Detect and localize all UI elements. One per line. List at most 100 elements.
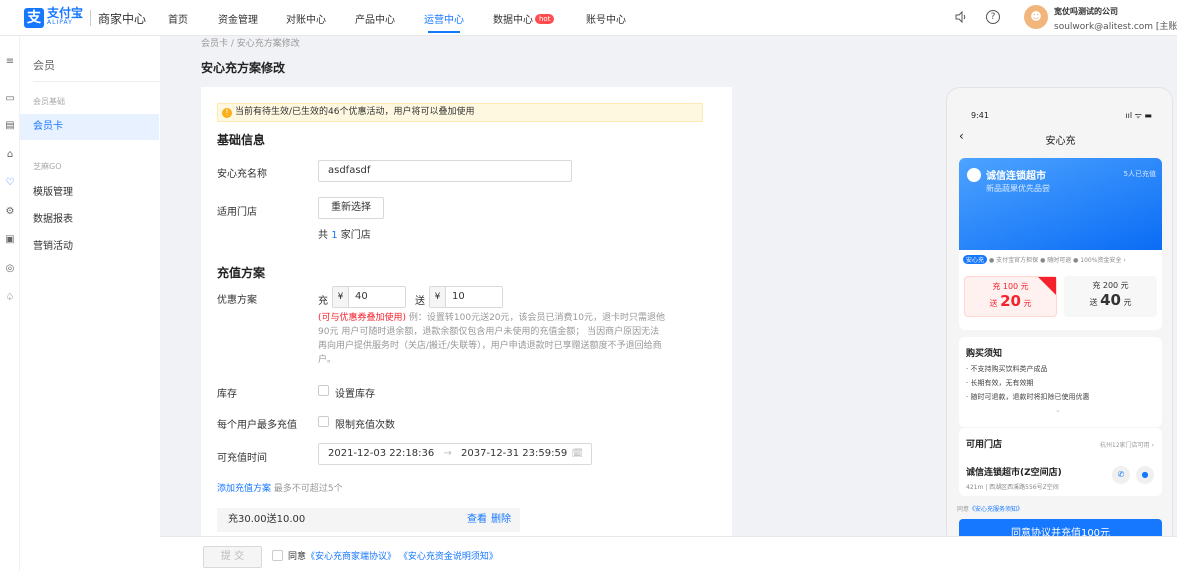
time-range-picker[interactable]: 2021-12-03 22:18:36 → 2037-12-31 23:59:5… bbox=[318, 443, 592, 465]
bell-icon[interactable]: ♤ bbox=[4, 292, 16, 304]
sidebar-item-reports[interactable]: 数据报表 bbox=[20, 207, 159, 233]
recharge-options: 安心充 ● 支付宝官方担保 ● 随时可退 ● 100%资金安全 › 充 100 元… bbox=[959, 250, 1162, 330]
user-email[interactable]: soulwork@alitest.com [主账号] bbox=[1054, 19, 1177, 32]
plan-list-item: 充30.00送10.00 查看 删除 bbox=[217, 508, 520, 532]
sidebar-title: 会员 bbox=[33, 59, 55, 72]
selected-corner-icon bbox=[1038, 277, 1056, 295]
merchant-agreement-link[interactable]: 《安心充商家端协议》 bbox=[306, 552, 396, 562]
purchase-notes-title: 购买须知 bbox=[966, 349, 1003, 359]
add-plan-link[interactable]: 添加充值方案 bbox=[217, 484, 271, 494]
sidebar-item-marketing[interactable]: 营销活动 bbox=[20, 234, 159, 260]
shop-icon[interactable]: ⌂ bbox=[4, 149, 16, 161]
purchase-note-item: · 长期有效，无有效期 bbox=[966, 379, 1034, 387]
breadcrumb[interactable]: 会员卡 / 安心充方案修改 bbox=[201, 36, 300, 49]
time-end[interactable]: 2037-12-31 23:59:59 bbox=[461, 448, 567, 459]
nav-item-data[interactable]: 数据中心 hot bbox=[493, 11, 555, 26]
store-name: 诚信连锁超市(Z空间店) bbox=[966, 468, 1062, 478]
option1-gift-prefix: 送 bbox=[989, 299, 998, 308]
stores-title: 可用门店 bbox=[966, 440, 1003, 450]
avatar[interactable]: ☻ bbox=[1024, 5, 1048, 29]
reselect-store-button[interactable]: 重新选择 bbox=[318, 197, 384, 219]
available-stores: 可用门店 杭州12家门店可用 › 诚信连锁超市(Z空间店) 421m | 西湖区… bbox=[959, 428, 1162, 496]
plan-delete-link[interactable]: 删除 bbox=[491, 508, 511, 532]
product-name: 商家中心 bbox=[98, 11, 147, 26]
phone-call-icon[interactable]: ✆ bbox=[1112, 466, 1130, 484]
expand-chevron-icon[interactable]: ⌄ bbox=[1055, 406, 1061, 414]
nav-item-operations[interactable]: 运营中心 bbox=[424, 11, 464, 26]
nav-item-data-label: 数据中心 bbox=[493, 15, 533, 26]
option2-charge: 充 200 元 bbox=[1092, 281, 1129, 290]
footer-bar: 提 交 同意《安心充商家端协议》 《安心充资金说明须知》 bbox=[160, 536, 1177, 571]
nav-item-funds[interactable]: 资金管理 bbox=[218, 11, 258, 26]
charge-word: 充 bbox=[318, 296, 328, 307]
icon-rail: ≡ ▭ ▤ ⌂ ♡ ⚙ ▣ ◎ ♤ bbox=[0, 36, 20, 571]
alipay-logo-icon: 支 bbox=[24, 8, 44, 28]
shop-recharge-count: 5人已充值 bbox=[1123, 170, 1156, 178]
phone-agreement: 同意《安心充服务须知》 bbox=[957, 504, 1023, 513]
nav-item-account[interactable]: 账号中心 bbox=[586, 11, 626, 26]
gift-amount-input[interactable]: ¥10 bbox=[429, 286, 503, 308]
sidebar-group-member-basic: 会员基础 bbox=[33, 97, 65, 106]
fund-notice-link[interactable]: 《安心充资金说明须知》 bbox=[399, 552, 498, 562]
plan-label: 优惠方案 bbox=[217, 295, 257, 306]
purchase-notes: 购买须知 · 不支持购买饮料类产成品 · 长期有效，无有效期 · 随时可退款，退… bbox=[959, 337, 1162, 427]
alipay-logo[interactable]: 支 支付宝 ALIPAY 商家中心 bbox=[24, 7, 147, 28]
top-navigation: 支 支付宝 ALIPAY 商家中心 首页 资金管理 对账中心 产品中心 运营中心… bbox=[0, 0, 1177, 36]
charge-amount-value: 40 bbox=[355, 291, 368, 302]
store-label: 适用门店 bbox=[217, 207, 257, 218]
gift-currency-prefix: ¥ bbox=[430, 287, 446, 307]
option1-gift-amount: 20 bbox=[1000, 292, 1021, 310]
nav-item-reconciliation[interactable]: 对账中心 bbox=[286, 11, 326, 26]
time-start[interactable]: 2021-12-03 22:18:36 bbox=[328, 448, 434, 459]
stores-link[interactable]: 杭州12家门店可用 › bbox=[1100, 440, 1154, 449]
speaker-icon[interactable] bbox=[954, 10, 968, 24]
menu-icon[interactable]: ≡ bbox=[4, 56, 16, 68]
sidebar-item-templates[interactable]: 模版管理 bbox=[20, 180, 159, 206]
charge-currency-prefix: ¥ bbox=[333, 287, 349, 307]
option2-gift-amount: 40 bbox=[1100, 291, 1121, 309]
sidebar-group-zhima-go: 芝麻GO bbox=[33, 162, 62, 171]
name-input[interactable]: asdfasdf bbox=[318, 160, 572, 182]
location-pin-icon[interactable]: ● bbox=[1136, 466, 1154, 484]
stock-checkbox[interactable] bbox=[318, 385, 329, 396]
form-card: ! 当前有待生效/已生效的46个优惠活动，用户将可以叠加使用 基础信息 安心充名称… bbox=[201, 87, 732, 536]
help-icon[interactable]: ? bbox=[986, 10, 1000, 24]
limit-checkbox-label[interactable]: 限制充值次数 bbox=[335, 416, 395, 431]
option2-gift-suffix: 元 bbox=[1123, 298, 1132, 307]
phone-agree-link[interactable]: 《安心充服务须知》 bbox=[969, 506, 1023, 513]
guarantee-tag: 安心充 bbox=[963, 255, 988, 264]
stock-label: 库存 bbox=[217, 389, 237, 400]
nav-item-products[interactable]: 产品中心 bbox=[355, 11, 395, 26]
time-arrow-icon: → bbox=[443, 448, 452, 459]
charge-amount-input[interactable]: ¥40 bbox=[332, 286, 406, 308]
sidebar: 会员 会员基础 会员卡 芝麻GO 模版管理 数据报表 营销活动 bbox=[20, 36, 160, 571]
monitor-icon[interactable]: ▭ bbox=[4, 93, 16, 105]
phone-page-title: 安心充 bbox=[1045, 136, 1076, 147]
nav-item-home[interactable]: 首页 bbox=[168, 11, 188, 26]
card-icon[interactable]: ▣ bbox=[4, 234, 16, 246]
document-icon[interactable]: ▤ bbox=[4, 120, 16, 132]
recharge-option-selected[interactable]: 充 100 元 送 20 元 bbox=[964, 276, 1057, 317]
agreement-checkbox[interactable] bbox=[272, 550, 283, 561]
name-label: 安心充名称 bbox=[217, 169, 267, 180]
sidebar-item-member-card[interactable]: 会员卡 bbox=[20, 114, 159, 140]
sidebar-divider bbox=[33, 81, 160, 82]
phone-preview: 9:41 ııl ᯤ ▬ ‹ 安心充 诚信连锁超市 新品蔬果优先品尝 5人已充值… bbox=[946, 87, 1173, 547]
add-plan-note: 最多不可超过5个 bbox=[273, 484, 343, 494]
plan-row-text: 充30.00送10.00 bbox=[228, 514, 306, 525]
shop-banner: 诚信连锁超市 新品蔬果优先品尝 5人已充值 bbox=[959, 158, 1162, 250]
gear-icon[interactable]: ⚙ bbox=[4, 206, 16, 218]
submit-button[interactable]: 提 交 bbox=[203, 546, 262, 568]
store-count-suffix: 家门店 bbox=[340, 230, 371, 241]
phone-agree-prefix: 同意 bbox=[957, 506, 970, 513]
calendar-icon[interactable]: 🗓 bbox=[572, 444, 583, 464]
store-count-prefix: 共 bbox=[318, 230, 328, 241]
recharge-option[interactable]: 充 200 元 送 40 元 bbox=[1064, 276, 1157, 317]
member-icon[interactable]: ♡ bbox=[4, 177, 16, 189]
stock-checkbox-label[interactable]: 设置库存 bbox=[335, 385, 375, 400]
limit-checkbox[interactable] bbox=[318, 416, 329, 427]
gift-amount-value: 10 bbox=[452, 291, 465, 302]
agreement-row: 同意《安心充商家端协议》 《安心充资金说明须知》 bbox=[272, 549, 498, 562]
plan-view-link[interactable]: 查看 bbox=[467, 508, 487, 532]
target-icon[interactable]: ◎ bbox=[4, 263, 16, 275]
